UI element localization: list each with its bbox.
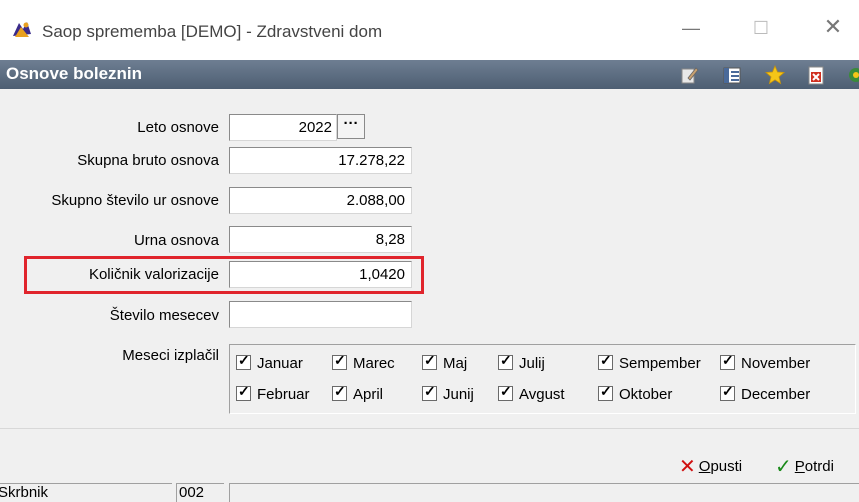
month-checkbox-november[interactable]: November: [720, 352, 810, 377]
checkbox[interactable]: [598, 352, 613, 370]
urna-osnova-label: Urna osnova: [133, 232, 219, 249]
checkbox[interactable]: [422, 383, 437, 401]
checkbox[interactable]: [498, 352, 513, 370]
month-checkbox-junij[interactable]: Junij: [422, 383, 474, 408]
meseci-izplacil-label: Meseci izplačil: [122, 347, 219, 364]
cancel-x-icon: ✕: [679, 456, 696, 478]
checkbox[interactable]: [236, 352, 251, 370]
status-bar: Skrbnik 002: [0, 482, 859, 502]
separator: [0, 428, 859, 429]
months-checkbox-group: Januar Marec Maj Julij Sempember Novembe…: [229, 344, 856, 414]
kolicnik-valorizacije-label: Količnik valorizacije: [88, 266, 219, 283]
close-icon[interactable]: ✕: [822, 14, 844, 40]
skupno-stevilo-ur-input[interactable]: 2.088,00: [229, 187, 412, 214]
status-code: 002: [176, 483, 224, 502]
month-checkbox-december[interactable]: December: [720, 383, 810, 408]
stevilo-mesecev-label: Število mesecev: [109, 307, 219, 324]
section-title: Osnove boleznin: [6, 64, 143, 83]
skupna-bruto-osnova-input[interactable]: 17.278,22: [229, 147, 412, 174]
checkbox[interactable]: [720, 383, 735, 401]
month-checkbox-februar[interactable]: Februar: [236, 383, 310, 408]
checkbox[interactable]: [332, 383, 347, 401]
leto-osnove-input[interactable]: 2022: [229, 114, 337, 141]
window-titlebar: Saop sprememba [DEMO] - Zdravstveni dom …: [0, 0, 859, 60]
minimize-icon[interactable]: —: [680, 18, 702, 39]
status-message: [229, 483, 859, 502]
skupno-stevilo-ur-label: Skupno število ur osnove: [51, 192, 219, 209]
checkbox[interactable]: [598, 383, 613, 401]
checkbox[interactable]: [720, 352, 735, 370]
maximize-icon[interactable]: ☐: [750, 18, 772, 39]
checkbox[interactable]: [236, 383, 251, 401]
window-title: Saop sprememba [DEMO] - Zdravstveni dom: [42, 22, 383, 41]
month-checkbox-julij[interactable]: Julij: [498, 352, 545, 377]
month-checkbox-januar[interactable]: Januar: [236, 352, 303, 377]
checkbox[interactable]: [332, 352, 347, 370]
columns-icon[interactable]: [722, 65, 742, 85]
urna-osnova-input[interactable]: 8,28: [229, 226, 412, 253]
month-checkbox-avgust[interactable]: Avgust: [498, 383, 565, 408]
checkbox[interactable]: [422, 352, 437, 370]
month-checkbox-april[interactable]: April: [332, 383, 383, 408]
year-picker-button[interactable]: ···: [337, 114, 365, 139]
leto-osnove-label: Leto osnove: [137, 119, 219, 136]
excel-export-icon[interactable]: [806, 65, 826, 85]
skupna-bruto-osnova-label: Skupna bruto osnova: [77, 152, 219, 169]
stevilo-mesecev-input[interactable]: [229, 301, 412, 328]
star-icon[interactable]: [765, 65, 785, 85]
settings-icon[interactable]: [846, 65, 859, 85]
section-header: Osnove boleznin: [0, 60, 859, 89]
month-checkbox-marec[interactable]: Marec: [332, 352, 395, 377]
cancel-button[interactable]: ✕ Opusti: [679, 454, 742, 478]
month-checkbox-maj[interactable]: Maj: [422, 352, 467, 377]
checkbox[interactable]: [498, 383, 513, 401]
confirm-button[interactable]: ✓ Potrdi: [775, 454, 834, 478]
edit-icon[interactable]: [680, 65, 700, 85]
month-checkbox-oktober[interactable]: Oktober: [598, 383, 672, 408]
status-user: Skrbnik: [0, 483, 172, 502]
kolicnik-valorizacije-input[interactable]: 1,0420: [229, 261, 412, 288]
checkmark-icon: ✓: [775, 456, 792, 478]
month-checkbox-sempember[interactable]: Sempember: [598, 352, 701, 377]
app-logo-icon: [13, 22, 31, 37]
